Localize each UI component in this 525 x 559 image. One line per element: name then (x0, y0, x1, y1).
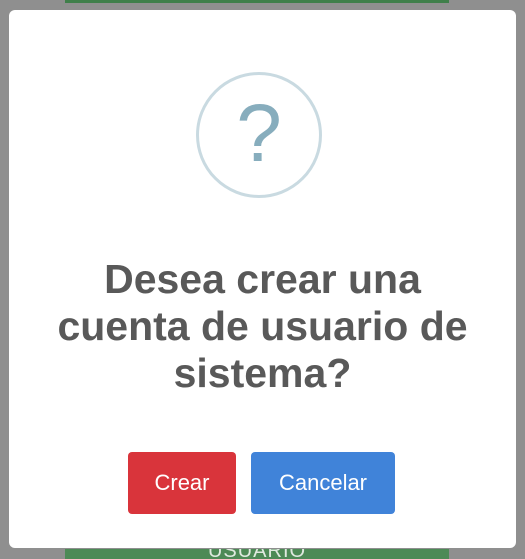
cancel-button[interactable]: Cancelar (251, 452, 395, 514)
confirm-dialog: ? Desea crear una cuenta de usuario de s… (9, 10, 516, 548)
question-mark-glyph: ? (236, 88, 282, 179)
background-usuario-label: USUARIO (65, 549, 449, 559)
background-usuario-button: USUARIO (65, 549, 449, 559)
background-green-bar (65, 0, 449, 3)
dialog-title: Desea crear una cuenta de usuario de sis… (57, 256, 468, 396)
create-button[interactable]: Crear (128, 452, 236, 514)
question-icon: ? (196, 72, 322, 198)
